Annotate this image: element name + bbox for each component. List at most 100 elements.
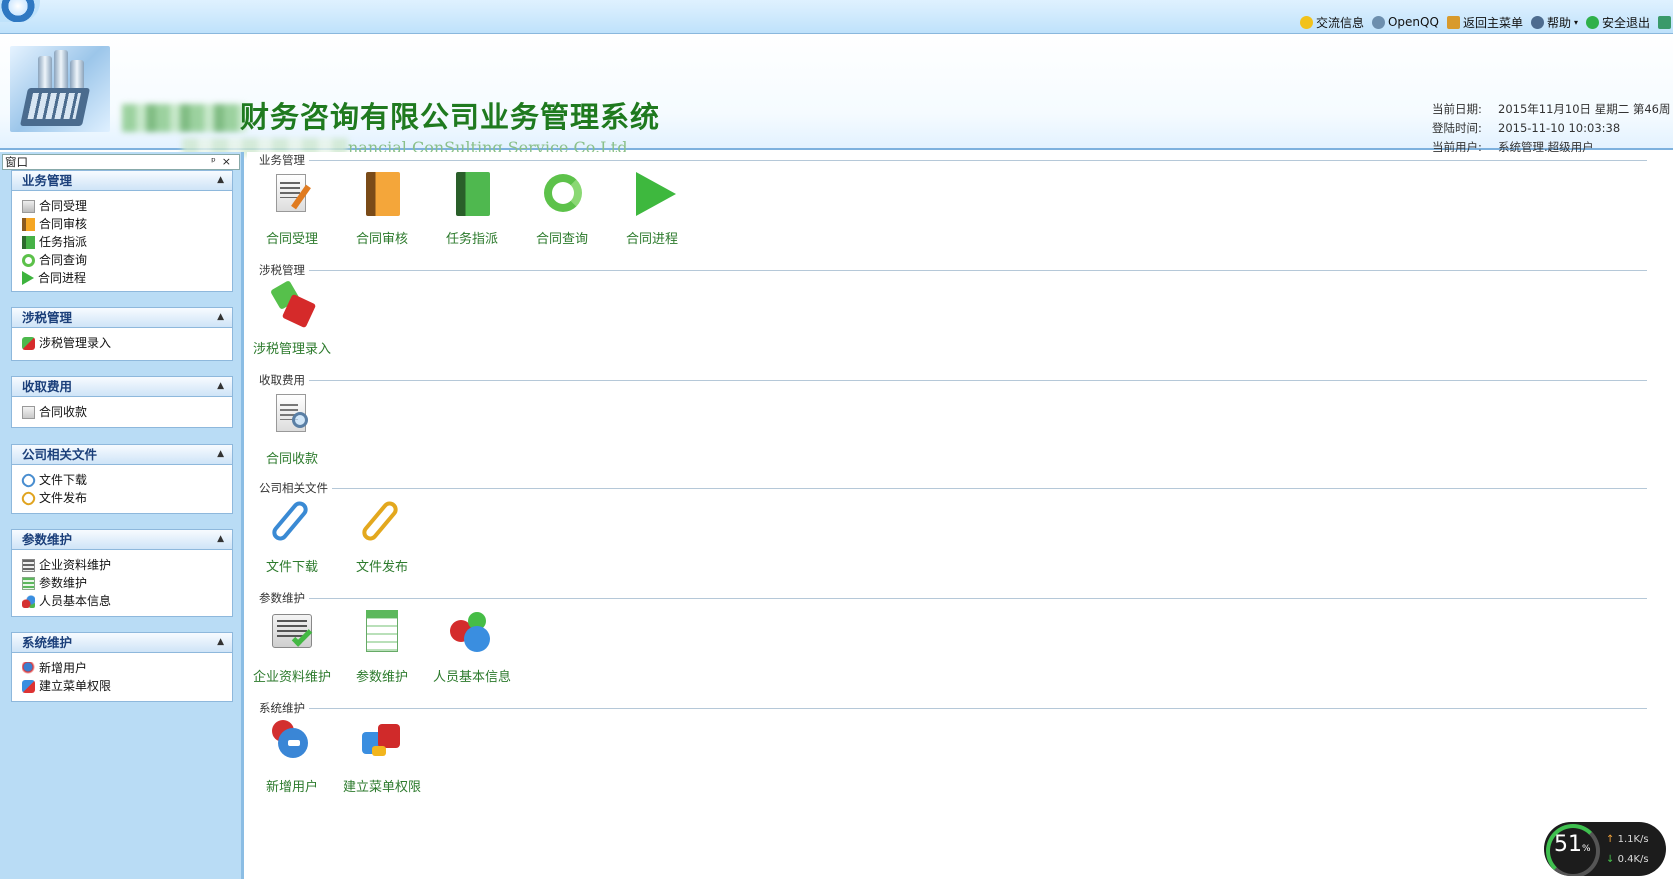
section-divider <box>307 160 1647 161</box>
info-row-date: 当前日期: 2015年11月10日 星期二 第46周 <box>1432 100 1670 119</box>
tile-add-user[interactable]: 新增用户 <box>247 718 337 795</box>
tile-menu-permission[interactable]: 建立菜单权限 <box>337 718 427 795</box>
tile-label: 文件下载 <box>265 560 318 575</box>
info-key: 当前日期: <box>1432 102 1482 116</box>
help-icon <box>1530 15 1544 29</box>
panel-header[interactable]: 系统维护 ▲ <box>12 633 232 653</box>
tile-task-assign[interactable]: 任务指派 <box>427 170 517 247</box>
pin-icon[interactable]: ᵖ <box>211 155 222 168</box>
section-label: 系统维护 <box>259 700 309 716</box>
tile-contract-accept[interactable]: 合同受理 <box>247 170 337 247</box>
paperclip-icon <box>19 488 38 508</box>
panel-header[interactable]: 涉税管理 ▲ <box>12 308 232 328</box>
collapse-icon[interactable]: ▲ <box>217 445 224 464</box>
section-label: 业务管理 <box>259 152 309 168</box>
tile-label: 合同收款 <box>265 452 318 467</box>
sidebar-item-contract-query[interactable]: 合同查询 <box>22 251 232 269</box>
collapse-icon[interactable]: ▲ <box>217 171 224 190</box>
section-items: 合同受理 合同审核 任务指派 合同查询 合同进程 <box>247 170 697 247</box>
section-label: 公司相关文件 <box>259 480 332 496</box>
sidebar-item-file-download[interactable]: 文件下载 <box>19 470 232 490</box>
panel-title: 系统维护 <box>22 635 73 650</box>
top-toolbar: 交流信息 OpenQQ 返回主菜单 帮助 ▾ 安全退出 <box>0 0 1673 34</box>
collapse-icon[interactable]: ▲ <box>217 377 224 396</box>
toplink-main-menu[interactable]: 返回主菜单 <box>1446 14 1523 31</box>
tile-file-download[interactable]: 文件下载 <box>247 498 337 575</box>
tile-label: 合同审核 <box>355 232 408 247</box>
collapse-icon[interactable]: ▲ <box>217 633 224 652</box>
arrow-down-icon: ↓ <box>1606 854 1615 865</box>
collapse-icon[interactable]: ▲ <box>217 530 224 549</box>
toplink-openqq[interactable]: OpenQQ <box>1371 15 1439 29</box>
people-icon <box>448 608 496 656</box>
tile-label: 参数维护 <box>355 670 408 685</box>
play-icon <box>22 271 34 285</box>
sidebar-item-label: 任务指派 <box>39 235 88 249</box>
close-icon[interactable]: × <box>222 155 237 168</box>
tile-label: 人员基本信息 <box>432 670 511 685</box>
sidebar-item-contract-review[interactable]: 合同审核 <box>22 215 232 233</box>
tile-param-maintain[interactable]: 参数维护 <box>337 608 427 685</box>
tile-label: 新增用户 <box>265 780 318 795</box>
toplink-label: 安全退出 <box>1601 15 1650 30</box>
panel-header[interactable]: 公司相关文件 ▲ <box>12 445 232 465</box>
tile-file-publish[interactable]: 文件发布 <box>337 498 427 575</box>
tile-tax-entry[interactable]: 涉税管理录入 <box>247 279 337 357</box>
company-title: 财务咨询有限公司业务管理系统 <box>240 100 661 134</box>
info-row-login-time: 登陆时间: 2015-11-10 10:03:38 <box>1432 119 1670 138</box>
panel-header[interactable]: 业务管理 ▲ <box>12 171 232 191</box>
tile-label: 企业资料维护 <box>252 670 331 685</box>
sidebar-item-task-assign[interactable]: 任务指派 <box>22 233 232 251</box>
list-check-icon <box>22 558 35 572</box>
toplink-extra[interactable] <box>1658 15 1671 29</box>
tile-staff-info[interactable]: 人员基本信息 <box>427 608 517 685</box>
window-buttons[interactable]: ᵖ× <box>211 155 237 169</box>
sidebar-item-contract-accept[interactable]: 合同受理 <box>22 197 232 215</box>
sidebar-item-contract-payment[interactable]: 合同收款 <box>22 403 232 421</box>
collapse-icon[interactable]: ▲ <box>217 308 224 327</box>
arrow-up-icon: ↑ <box>1606 834 1615 845</box>
tile-company-info[interactable]: 企业资料维护 <box>247 608 337 685</box>
book-orange-icon <box>22 217 35 231</box>
people-icon <box>22 594 35 608</box>
sidebar-item-add-user[interactable]: 新增用户 <box>22 659 232 677</box>
sidebar-item-menu-permission[interactable]: 建立菜单权限 <box>22 677 232 695</box>
sidebar-item-label: 合同受理 <box>39 199 88 213</box>
panel-header[interactable]: 收取费用 ▲ <box>12 377 232 397</box>
tile-label: 合同受理 <box>265 232 318 247</box>
toplink-chat[interactable]: 交流信息 <box>1299 14 1364 31</box>
sidebar-item-contract-progress[interactable]: 合同进程 <box>22 269 232 287</box>
toplink-logout[interactable]: 安全退出 <box>1585 14 1650 31</box>
panel-body: 合同受理 合同审核 任务指派 合同查询 合同进程 <box>12 191 232 293</box>
tile-contract-progress[interactable]: 合同进程 <box>607 170 697 247</box>
panel-body: 涉税管理录入 <box>12 328 232 358</box>
sidebar-item-label: 合同审核 <box>39 217 88 231</box>
tile-contract-query[interactable]: 合同查询 <box>517 170 607 247</box>
sidebar-item-label: 参数维护 <box>39 576 88 590</box>
sidebar-item-label: 文件发布 <box>39 491 88 505</box>
book-orange-icon <box>358 170 406 218</box>
toplink-label: 交流信息 <box>1315 15 1364 30</box>
info-key: 登陆时间: <box>1432 121 1482 135</box>
toplink-help[interactable]: 帮助 ▾ <box>1530 14 1578 31</box>
panel-title: 收取费用 <box>22 379 73 394</box>
document-edit-icon <box>268 170 316 218</box>
tile-contract-review[interactable]: 合同审核 <box>337 170 427 247</box>
paperclip-icon <box>268 498 316 546</box>
network-speed-widget[interactable]: 51% ↑ 1.1K/s ↓ 0.4K/s <box>1544 822 1666 876</box>
sidebar-item-label: 涉税管理录入 <box>39 336 112 350</box>
sidebar-item-label: 新增用户 <box>39 661 88 675</box>
sidebar-item-staff-info[interactable]: 人员基本信息 <box>22 592 232 610</box>
panel-header[interactable]: 参数维护 ▲ <box>12 530 232 550</box>
upload-value: 1.1K/s <box>1617 834 1649 845</box>
document-edit-icon <box>22 199 35 213</box>
sidebar-item-label: 文件下载 <box>39 473 88 487</box>
qq-icon <box>1371 15 1385 29</box>
sidebar-item-file-publish[interactable]: 文件发布 <box>19 488 232 508</box>
app-logo-icon[interactable] <box>0 0 40 22</box>
coin-stack <box>70 60 84 90</box>
sidebar-item-tax-entry[interactable]: 涉税管理录入 <box>22 334 232 352</box>
sidebar-item-company-info[interactable]: 企业资料维护 <box>22 556 232 574</box>
tile-contract-payment[interactable]: 合同收款 <box>247 390 337 467</box>
sidebar-item-param-maintain[interactable]: 参数维护 <box>22 574 232 592</box>
